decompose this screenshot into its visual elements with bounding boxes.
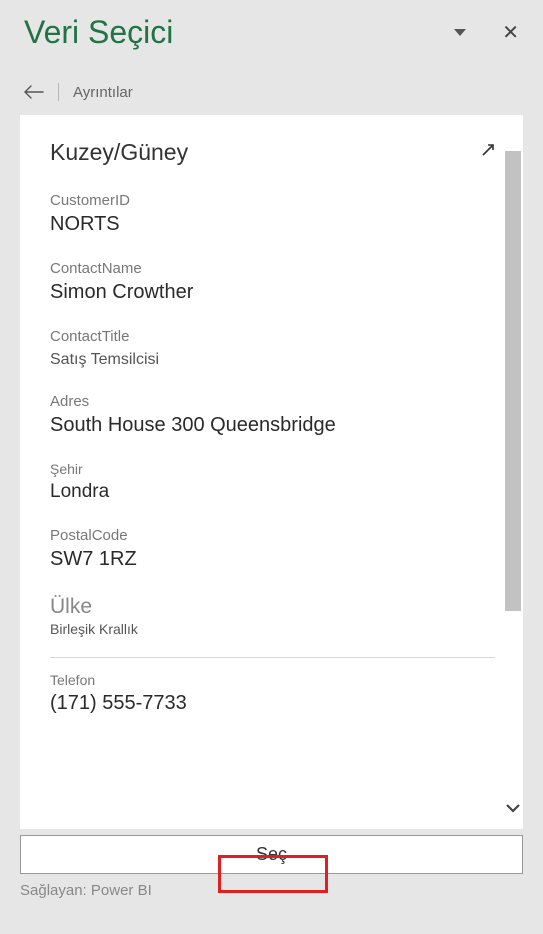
field-country: Ülke Birleşik Krallık — [50, 595, 495, 637]
panel-header: Veri Seçici ✕ — [0, 0, 543, 59]
field-address: Adres South House 300 Queensbridge — [50, 393, 495, 437]
field-value: Satış Temsilcisi — [50, 351, 495, 369]
field-customer-id: CustomerID NORTS — [50, 192, 495, 236]
breadcrumb-row: Ayrıntılar — [0, 59, 543, 111]
field-contact-name: ContactName Simon Crowther — [50, 260, 495, 304]
expand-icon[interactable] — [481, 143, 495, 162]
field-postal-code: PostalCode SW7 1RZ — [50, 527, 495, 571]
field-value: Birleşik Krallık — [50, 621, 495, 637]
back-arrow-icon[interactable] — [24, 85, 44, 99]
field-value: SW7 1RZ — [50, 548, 495, 571]
field-city: Şehir Londra — [50, 461, 495, 503]
button-row: Seç — [20, 835, 523, 874]
header-controls: ✕ — [454, 23, 519, 43]
scrollbar[interactable] — [501, 115, 523, 829]
field-value: South House 300 Queensbridge — [50, 414, 495, 437]
details-scroll-region: Kuzey/Güney CustomerID NORTS ContactName… — [20, 115, 501, 829]
field-label: PostalCode — [50, 527, 495, 544]
record-heading: Kuzey/Güney — [50, 139, 188, 166]
heading-row: Kuzey/Güney — [50, 139, 495, 166]
breadcrumb-divider — [58, 83, 59, 101]
footer-provider: Sağlayan: Power BI — [0, 874, 543, 899]
breadcrumb-label: Ayrıntılar — [73, 84, 133, 101]
close-icon[interactable]: ✕ — [502, 23, 519, 43]
content-area: Kuzey/Güney CustomerID NORTS ContactName… — [20, 115, 523, 829]
field-label: CustomerID — [50, 192, 495, 209]
select-button[interactable]: Seç — [20, 835, 523, 874]
scrollbar-thumb[interactable] — [505, 151, 521, 611]
dropdown-icon[interactable] — [454, 29, 466, 36]
field-contact-title: ContactTitle Satış Temsilcisi — [50, 328, 495, 369]
field-value: (171) 555-7733 — [50, 692, 495, 715]
field-label: Adres — [50, 393, 495, 410]
field-phone: Telefon (171) 555-7733 — [50, 672, 495, 715]
field-value: NORTS — [50, 213, 495, 236]
panel-title: Veri Seçici — [24, 14, 173, 51]
field-value: Londra — [50, 481, 495, 503]
field-label: ContactTitle — [50, 328, 495, 345]
separator — [50, 657, 495, 658]
field-label: ContactName — [50, 260, 495, 277]
chevron-down-icon[interactable] — [503, 798, 523, 823]
field-label: Ülke — [50, 595, 495, 619]
field-label: Şehir — [50, 461, 495, 477]
field-label: Telefon — [50, 672, 495, 688]
field-value: Simon Crowther — [50, 281, 495, 304]
